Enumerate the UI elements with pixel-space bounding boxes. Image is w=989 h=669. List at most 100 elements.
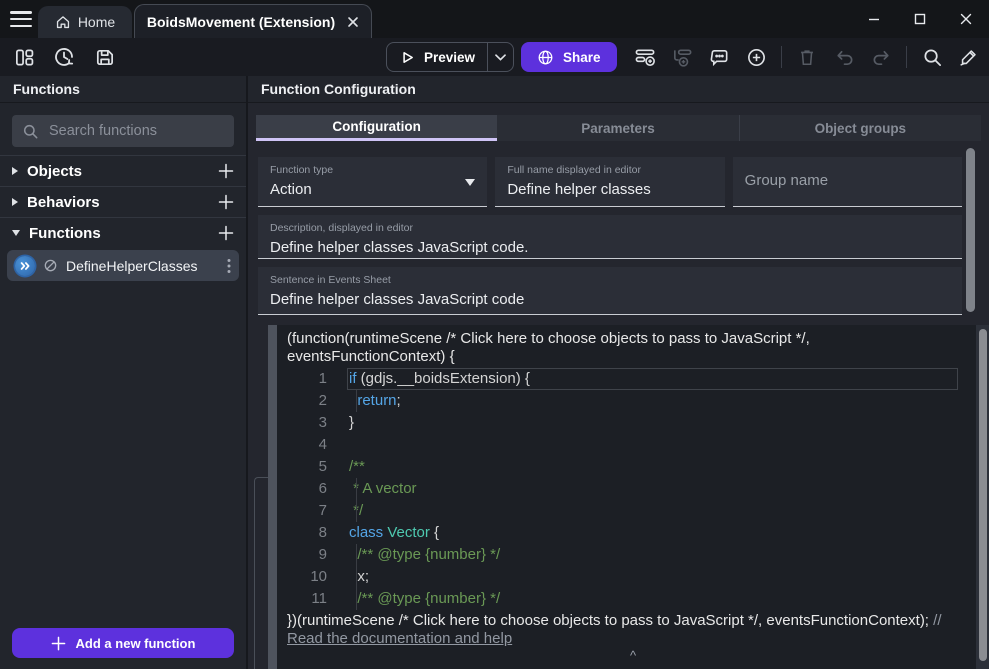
sidebar-spacer [0,283,246,628]
save-icon[interactable] [92,45,116,69]
search-functions-box[interactable] [12,115,234,147]
titlebar: Home BoidsMovement (Extension) [0,0,989,38]
function-item-definehelperclasses[interactable]: DefineHelperClasses [7,250,239,281]
toolbar-left [12,45,116,69]
tab-active-label: BoidsMovement (Extension) [147,14,335,30]
code-line[interactable]: 8class Vector { [277,522,989,544]
tab-home-label: Home [78,14,115,30]
js-code-editor[interactable]: (function(runtimeScene /* Click here to … [277,325,989,669]
documentation-link[interactable]: Read the documentation and help [287,630,512,647]
code-line[interactable]: 10 x; [277,566,989,588]
description-value: Define helper classes JavaScript code. [270,238,950,258]
group-name-field[interactable] [733,157,962,207]
code-line[interactable]: 3} [277,412,989,434]
undo-icon[interactable] [832,45,856,69]
maximize-icon[interactable] [897,0,943,38]
code-line[interactable]: 2 return; [277,390,989,412]
section-label: Objects [27,163,209,180]
sidebar-section-behaviors[interactable]: Behaviors [0,186,246,217]
tab-parameters[interactable]: Parameters [497,115,738,141]
indent-guide [356,588,357,610]
add-comment-icon[interactable] [707,45,731,69]
code-line[interactable]: 5/** [277,456,989,478]
line-number: 5 [277,456,327,478]
edit-icon[interactable] [957,45,981,69]
chevron-down-icon [495,54,506,61]
function-item-label: DefineHelperClasses [66,258,219,274]
add-function-icon[interactable] [218,225,234,241]
add-subevent-icon[interactable] [670,45,694,69]
event-drag-handle[interactable] [268,325,277,669]
add-object-icon[interactable] [218,163,234,179]
chevron-right-icon [12,167,18,175]
window-controls [851,0,989,38]
add-new-function-label: Add a new function [76,636,196,651]
code-line[interactable]: 7 */ [277,500,989,522]
full-name-label: Full name displayed in editor [507,164,712,177]
tab-configuration[interactable]: Configuration [256,115,497,141]
menu-icon[interactable] [10,11,32,27]
code-wrapper-header[interactable]: (function(runtimeScene /* Click here to … [277,325,963,366]
line-number: 10 [277,566,327,588]
sidebar-section-objects[interactable]: Objects [0,155,246,186]
editor-scrollbar-thumb[interactable] [979,329,987,661]
search-input[interactable] [47,122,238,140]
code-line[interactable]: 1if (gdjs.__boidsExtension) { [277,368,989,390]
group-name-input[interactable] [745,172,950,189]
share-button[interactable]: Share [521,42,617,72]
code-line[interactable]: 11 /** @type {number} */ [277,588,989,610]
description-field[interactable]: Description, displayed in editor Define … [258,215,962,259]
tab-boidsmovement[interactable]: BoidsMovement (Extension) [134,4,372,38]
function-type-select[interactable]: Function type Action [258,157,487,207]
toolbar-right [633,38,981,76]
toolbar-divider [781,46,782,68]
app-body: Functions Objects Behaviors Functions [0,76,989,669]
dropdown-arrow-icon [465,179,475,186]
sidebar: Functions Objects Behaviors Functions [0,76,248,669]
history-icon[interactable] [52,45,76,69]
collapse-caret-icon[interactable]: ^ [630,651,636,661]
code-line[interactable]: 9 /** @type {number} */ [277,544,989,566]
code-line[interactable]: 6 * A vector [277,478,989,500]
preview-label: Preview [424,50,475,65]
delete-icon[interactable] [795,45,819,69]
indent-guide [356,500,357,522]
code-line[interactable]: 4 [277,434,989,456]
section-label: Behaviors [27,194,209,211]
line-number: 9 [277,544,327,566]
sentence-field[interactable]: Sentence in Events Sheet Define helper c… [258,267,962,315]
full-name-field[interactable]: Full name displayed in editor Define hel… [495,157,724,207]
line-number: 11 [277,588,327,610]
config-scrollbar[interactable] [966,148,975,312]
config-tabs: Configuration Parameters Object groups [256,115,981,141]
chevron-down-icon [12,230,20,236]
project-manager-icon[interactable] [12,45,36,69]
minimize-icon[interactable] [851,0,897,38]
line-number: 6 [277,478,327,500]
play-icon [399,49,416,66]
tab-home[interactable]: Home [38,6,132,38]
redo-icon[interactable] [869,45,893,69]
tab-object-groups[interactable]: Object groups [739,115,981,141]
main-panel: Function Configuration Configuration Par… [248,76,989,669]
add-event-icon[interactable] [633,45,657,69]
add-circle-icon[interactable] [744,45,768,69]
preview-options-button[interactable] [487,43,513,71]
function-gear-icon [15,256,35,276]
line-number: 4 [277,434,327,456]
main-title: Function Configuration [248,76,989,103]
preview-button[interactable]: Preview [387,43,487,71]
more-options-icon[interactable] [227,258,231,274]
line-number: 7 [277,500,327,522]
tab-close-icon[interactable] [347,16,359,28]
close-icon[interactable] [943,0,989,38]
code-lines: 1if (gdjs.__boidsExtension) {2 return;3}… [277,368,989,610]
section-label: Functions [29,225,209,242]
sidebar-section-functions[interactable]: Functions [0,217,246,248]
code-wrapper-footer[interactable]: })(runtimeScene /* Click here to choose … [277,612,963,648]
search-icon[interactable] [920,45,944,69]
add-behavior-icon[interactable] [218,194,234,210]
add-new-function-button[interactable]: Add a new function [12,628,234,658]
share-label: Share [563,50,601,65]
private-icon [43,258,58,273]
